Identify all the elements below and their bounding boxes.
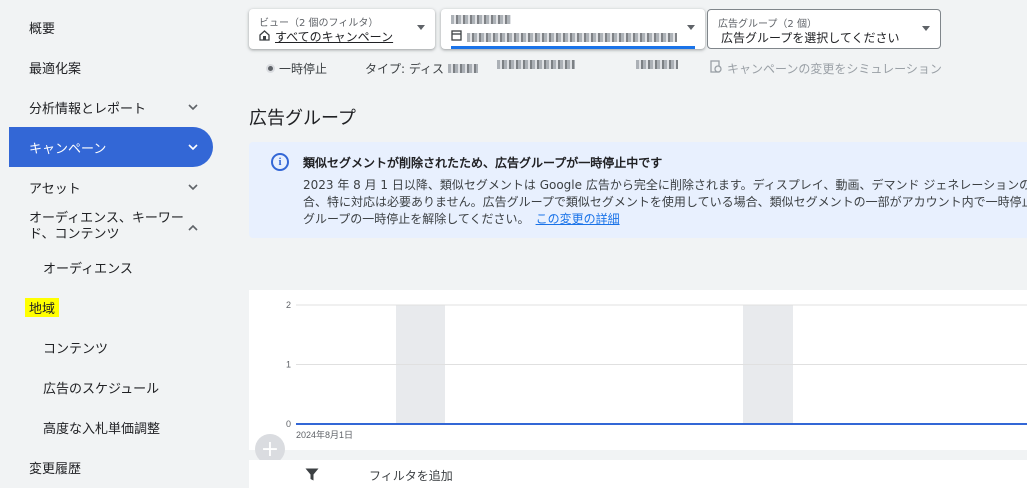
caret-down-icon (687, 25, 695, 30)
sidebar-item-label: ド、コンテンツ (29, 227, 120, 242)
campaign-status-bar: 一時停止 タイプ: ディス キャンペーンの変更をシミュレーション (249, 58, 1027, 78)
redacted-text (467, 32, 677, 42)
sidebar-item-label: キャンペーン (29, 141, 107, 157)
banner-title: 類似セグメントが削除されたため、広告グループが一時停止中です (303, 156, 663, 170)
sidebar-item-label: 分析情報とレポート (29, 101, 147, 117)
campaign-icon (451, 30, 462, 44)
caret-down-icon (922, 26, 930, 31)
sidebar-item-advanced-bid-adjustments[interactable]: 高度な入札単価調整 (9, 407, 213, 447)
banner-body: 2023 年 8 月 1 日以降、類似セグメントは Google 広告から完全に… (303, 177, 1027, 228)
simulate-changes-button[interactable]: キャンペーンの変更をシミュレーション (709, 60, 942, 77)
adgroup-filter-dropdown[interactable]: 広告グループ（2 個） 広告グループを選択してください (707, 9, 941, 49)
main-content: ビュー（2 個のフィルタ） すべてのキャンペーン 広告グループ（2 個） 広告グ… (249, 0, 1027, 488)
page-title: 広告グループ (249, 108, 356, 129)
y-tick-label: 2 (286, 300, 291, 310)
redacted-text (448, 64, 479, 73)
paused-dot-icon (266, 64, 275, 73)
sidebar-item-content[interactable]: コンテンツ (9, 327, 213, 367)
banner-line: 合、特に対応は必要ありません。広告グループで類似セグメントを使用している場合、類… (303, 195, 1027, 209)
y-tick-label: 1 (286, 360, 291, 370)
sidebar-item-label: 概要 (29, 21, 56, 37)
sidebar-item-recommendations[interactable]: 最適化案 (9, 47, 213, 87)
chevron-down-icon (187, 141, 199, 153)
filter-bar: フィルタを追加 (249, 460, 1027, 488)
x-tick-label: 2024年8月1日 (296, 429, 353, 440)
campaign-filter-dropdown[interactable] (441, 9, 705, 49)
sidebar-item-locations[interactable]: 地域 (9, 287, 213, 327)
sidebar-item-campaigns[interactable]: キャンペーン (9, 127, 213, 167)
performance-chart: 2 1 0 2024年8月1日 (249, 290, 1027, 450)
learn-more-link[interactable]: この変更の詳細 (536, 212, 620, 226)
sidebar-item-label: 広告のスケジュール (43, 381, 160, 397)
info-banner: i 類似セグメントが削除されたため、広告グループが一時停止中です 2023 年 … (249, 142, 1027, 238)
redacted-text (636, 60, 678, 69)
banner-line: グループの一時停止を解除してください。 (303, 212, 530, 226)
status-text: 一時停止 (279, 62, 328, 76)
redacted-field (497, 60, 575, 69)
add-filter-button[interactable]: フィルタを追加 (369, 467, 453, 484)
redacted-field (636, 60, 678, 69)
redacted-text (497, 60, 575, 69)
simulate-icon (709, 60, 723, 77)
sidebar-item-insights-reports[interactable]: 分析情報とレポート (9, 87, 213, 127)
view-filter-value: すべてのキャンペーン (275, 30, 394, 44)
home-icon (259, 29, 270, 44)
chart-svg: 2 1 0 2024年8月1日 (286, 300, 1027, 440)
adgroup-filter-caption: 広告グループ（2 個） (718, 19, 817, 30)
chevron-up-icon (187, 221, 199, 233)
y-tick-label: 0 (286, 419, 291, 429)
caret-down-icon (417, 25, 425, 30)
sidebar: 概要 最適化案 分析情報とレポート キャンペーン アセット オーディエンス、キー… (0, 0, 232, 488)
sidebar-item-label: オーディエンス、キーワー (29, 211, 184, 226)
simulate-label: キャンペーンの変更をシミュレーション (727, 62, 942, 76)
info-icon: i (271, 153, 289, 171)
chevron-down-icon (187, 181, 199, 193)
sidebar-item-label: アセット (29, 181, 81, 197)
campaign-type: タイプ: ディス (365, 60, 479, 77)
sidebar-item-label: 変更履歴 (29, 461, 82, 477)
selected-indicator (451, 46, 695, 49)
sidebar-item-label: 地域 (25, 297, 60, 317)
sidebar-item-audiences-keywords-content[interactable]: オーディエンス、キーワー ド、コンテンツ (9, 207, 213, 247)
adgroup-filter-value: 広告グループを選択してください (721, 31, 900, 45)
type-text: タイプ: ディス (365, 62, 445, 76)
sidebar-item-label: オーディエンス (43, 261, 133, 277)
view-filter-caption: ビュー（2 個のフィルタ） (259, 18, 379, 29)
sidebar-item-label: 高度な入札単価調整 (43, 421, 161, 437)
chevron-down-icon (187, 101, 199, 113)
sidebar-item-assets[interactable]: アセット (9, 167, 213, 207)
status-paused: 一時停止 (266, 60, 327, 77)
sidebar-item-overview[interactable]: 概要 (9, 7, 213, 47)
view-filter-dropdown[interactable]: ビュー（2 個のフィルタ） すべてのキャンペーン (249, 9, 435, 49)
sidebar-item-change-history[interactable]: 変更履歴 (9, 447, 213, 487)
redacted-text (451, 15, 511, 24)
sidebar-item-label: 最適化案 (29, 61, 82, 77)
sidebar-item-label: コンテンツ (43, 341, 109, 357)
filter-icon (305, 468, 319, 485)
sidebar-item-audiences[interactable]: オーディエンス (9, 247, 213, 287)
sidebar-item-ad-schedule[interactable]: 広告のスケジュール (9, 367, 213, 407)
banner-line: 2023 年 8 月 1 日以降、類似セグメントは Google 広告から完全に… (303, 178, 1027, 192)
